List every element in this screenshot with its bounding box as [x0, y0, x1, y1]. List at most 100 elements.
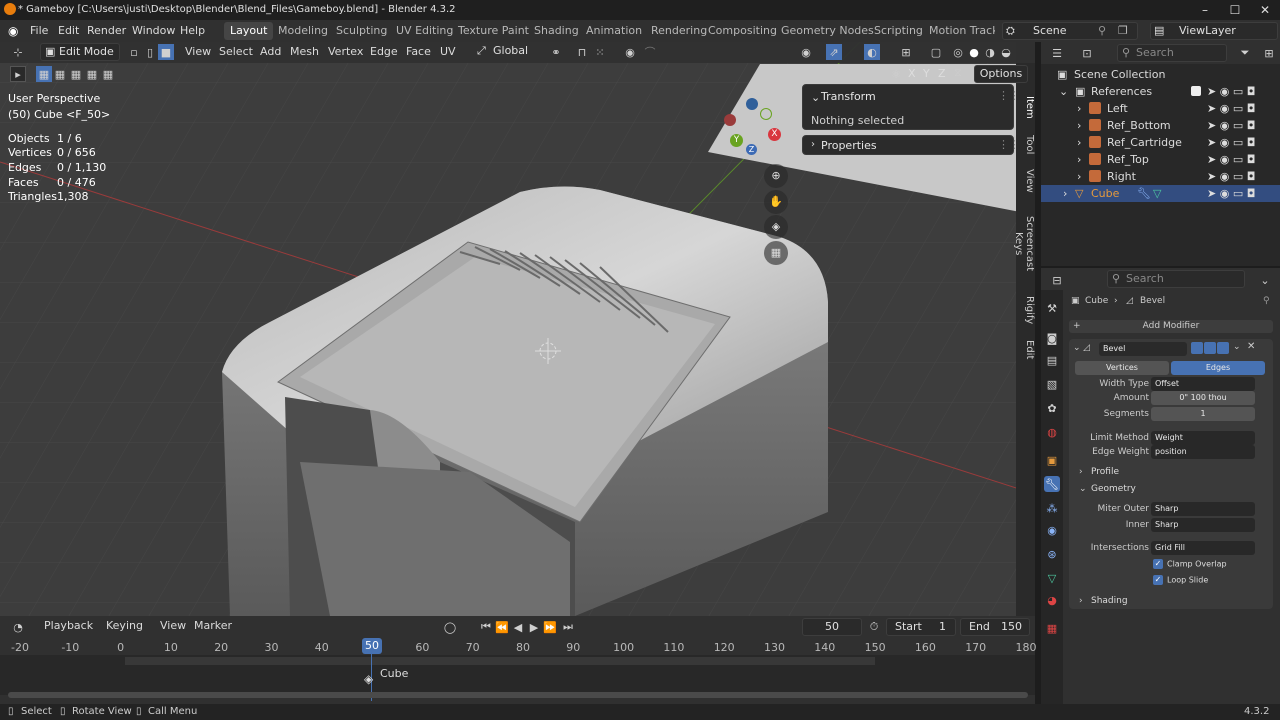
workspace-tab-motion-tracking[interactable]: Motion Tracki: [923, 22, 995, 40]
editor-type-icon[interactable]: ☰: [1049, 45, 1065, 61]
geometry-section[interactable]: Geometry: [1091, 484, 1136, 494]
sidebar-tab-screencast-keys[interactable]: Screencast Keys: [1013, 204, 1035, 284]
select-subtract-icon[interactable]: ▦: [68, 66, 84, 82]
menu-playback[interactable]: Playback: [44, 619, 93, 632]
maximize-button[interactable]: ☐: [1220, 2, 1250, 18]
pivot-point-icon[interactable]: ⚭: [548, 44, 564, 60]
amount-field[interactable]: 0" 100 thou: [1151, 391, 1255, 405]
shading-solid-icon[interactable]: ●: [966, 44, 982, 60]
chevron-right-icon[interactable]: ›: [1077, 151, 1081, 168]
pan-hand-icon[interactable]: ✋: [764, 190, 788, 214]
chevron-down-icon[interactable]: ⌄: [1073, 343, 1081, 353]
zoom-icon[interactable]: ⊕: [764, 164, 788, 188]
filter-icon[interactable]: ⏷: [1237, 45, 1253, 61]
visibility-eye-icon[interactable]: ◉: [1220, 136, 1230, 149]
chevron-down-icon[interactable]: ⌄: [1059, 83, 1068, 100]
snap-icon[interactable]: ⊓: [574, 44, 590, 60]
view-layer-tab-icon[interactable]: ▧: [1044, 376, 1060, 392]
viewport-disable-icon[interactable]: ▭: [1233, 102, 1243, 115]
editor-type-icon[interactable]: ⊹: [10, 44, 26, 60]
render-camera-icon[interactable]: ◘: [1247, 170, 1256, 183]
visibility-eye-icon[interactable]: ◉: [1220, 119, 1230, 132]
new-collection-icon[interactable]: ⊞: [1261, 45, 1277, 61]
physics-tab-icon[interactable]: ◉: [1044, 522, 1060, 538]
jump-end-icon[interactable]: ⏭: [560, 619, 576, 635]
menu-uv[interactable]: UV: [440, 45, 456, 58]
mesh-overlay-icon[interactable]: ⊞: [898, 44, 914, 60]
current-frame-field[interactable]: 50: [802, 618, 862, 636]
stopwatch-icon[interactable]: ⏱: [866, 619, 882, 635]
editor-type-icon[interactable]: ◔: [10, 619, 26, 635]
workspace-tab-texture-paint[interactable]: Texture Paint: [452, 22, 535, 40]
select-invert-icon[interactable]: ▦: [84, 66, 100, 82]
workspace-tab-geometry-nodes[interactable]: Geometry Nodes: [775, 22, 880, 40]
visibility-eye-icon[interactable]: ◉: [1220, 85, 1230, 98]
affect-edges-tab[interactable]: Edges: [1171, 361, 1265, 375]
material-tab-icon[interactable]: ◕: [1044, 592, 1060, 608]
modifier-tab-icon[interactable]: 🔧︎: [1044, 476, 1060, 492]
menu-view[interactable]: View: [160, 619, 186, 632]
mesh-data-icon[interactable]: ▽: [1153, 185, 1161, 202]
chevron-down-icon[interactable]: ⌄: [1257, 272, 1273, 288]
scene-selector[interactable]: ⛭ Scene ⚲ ❐: [1002, 22, 1138, 40]
sidebar-tab-view[interactable]: View: [1020, 166, 1035, 196]
data-tab-icon[interactable]: ▽: [1044, 570, 1060, 586]
auto-keying-icon[interactable]: ◯: [442, 619, 458, 635]
shading-section[interactable]: Shading: [1091, 596, 1128, 606]
selectable-icon[interactable]: ➤: [1207, 119, 1216, 132]
menu-edit[interactable]: Edit: [58, 24, 79, 37]
start-frame-field[interactable]: Start 1: [886, 618, 956, 636]
sidebar-tab-tool[interactable]: Tool: [1020, 130, 1035, 160]
inner-dropdown[interactable]: Sharp: [1151, 518, 1255, 532]
chevron-right-icon[interactable]: ›: [1079, 467, 1083, 477]
mode-selector[interactable]: ▣ Edit Mode: [40, 43, 120, 61]
sidebar-tab-edit[interactable]: Edit: [1020, 337, 1035, 363]
viewport-disable-icon[interactable]: ▭: [1233, 136, 1243, 149]
menu-window[interactable]: Window: [132, 24, 175, 37]
texture-tab-icon[interactable]: ▦: [1044, 620, 1060, 636]
prev-keyframe-icon[interactable]: ⏪: [494, 619, 510, 635]
limit-method-dropdown[interactable]: Weight: [1151, 431, 1255, 445]
menu-add[interactable]: Add: [260, 45, 281, 58]
selectable-icon[interactable]: ➤: [1207, 153, 1216, 166]
gizmo-toggle-icon[interactable]: ⇗: [826, 44, 842, 60]
selectable-icon[interactable]: ➤: [1207, 102, 1216, 115]
pin-icon[interactable]: ⚲: [1263, 296, 1270, 306]
visibility-icon[interactable]: ◉: [798, 44, 814, 60]
visibility-eye-icon[interactable]: ◉: [1220, 187, 1230, 200]
navigation-gizmo[interactable]: X Y Z: [720, 92, 790, 162]
render-camera-icon[interactable]: ◘: [1247, 153, 1256, 166]
menu-file[interactable]: File: [30, 24, 48, 37]
workspace-tab-compositing[interactable]: Compositing: [702, 22, 783, 40]
select-extend-icon[interactable]: ▦: [52, 66, 68, 82]
gizmo-z-axis[interactable]: Z: [746, 144, 757, 155]
menu-select[interactable]: Select: [219, 45, 253, 58]
exclude-checkbox[interactable]: [1191, 86, 1201, 96]
mirror-x-toggle[interactable]: X: [908, 67, 916, 80]
viewport-disable-icon[interactable]: ▭: [1233, 170, 1243, 183]
visibility-eye-icon[interactable]: ◉: [1220, 153, 1230, 166]
close-icon[interactable]: ✕: [1247, 341, 1255, 352]
render-tab-icon[interactable]: ◙: [1044, 330, 1060, 346]
chevron-right-icon[interactable]: ›: [1079, 596, 1083, 606]
workspace-tab-shading[interactable]: Shading: [528, 22, 585, 40]
modifier-wrench-icon[interactable]: 🔧︎: [1137, 185, 1151, 202]
tool-tab-icon[interactable]: ⚒: [1044, 300, 1060, 316]
outliner-row-scene-collection[interactable]: ▣ Scene Collection: [1041, 66, 1280, 83]
mirror-icon[interactable]: ⚛: [888, 66, 904, 82]
selectable-icon[interactable]: ➤: [1207, 136, 1216, 149]
editmode-toggle-icon[interactable]: [1191, 342, 1203, 354]
select-intersect-icon[interactable]: ▦: [100, 66, 116, 82]
chevron-right-icon[interactable]: ›: [1077, 134, 1081, 151]
xray-toggle-icon[interactable]: ▢: [928, 44, 944, 60]
select-new-icon[interactable]: ▦: [36, 66, 52, 82]
chevron-right-icon[interactable]: ›: [1077, 168, 1081, 185]
workspace-tab-modeling[interactable]: Modeling: [272, 22, 334, 40]
end-frame-field[interactable]: End 150: [960, 618, 1030, 636]
play-icon[interactable]: ▶: [526, 619, 542, 635]
chevron-down-icon[interactable]: ⌄: [1079, 484, 1087, 494]
visibility-eye-icon[interactable]: ◉: [1220, 102, 1230, 115]
affect-vertices-tab[interactable]: Vertices: [1075, 361, 1169, 375]
display-mode-icon[interactable]: ⊡: [1079, 45, 1095, 61]
menu-mesh[interactable]: Mesh: [290, 45, 319, 58]
